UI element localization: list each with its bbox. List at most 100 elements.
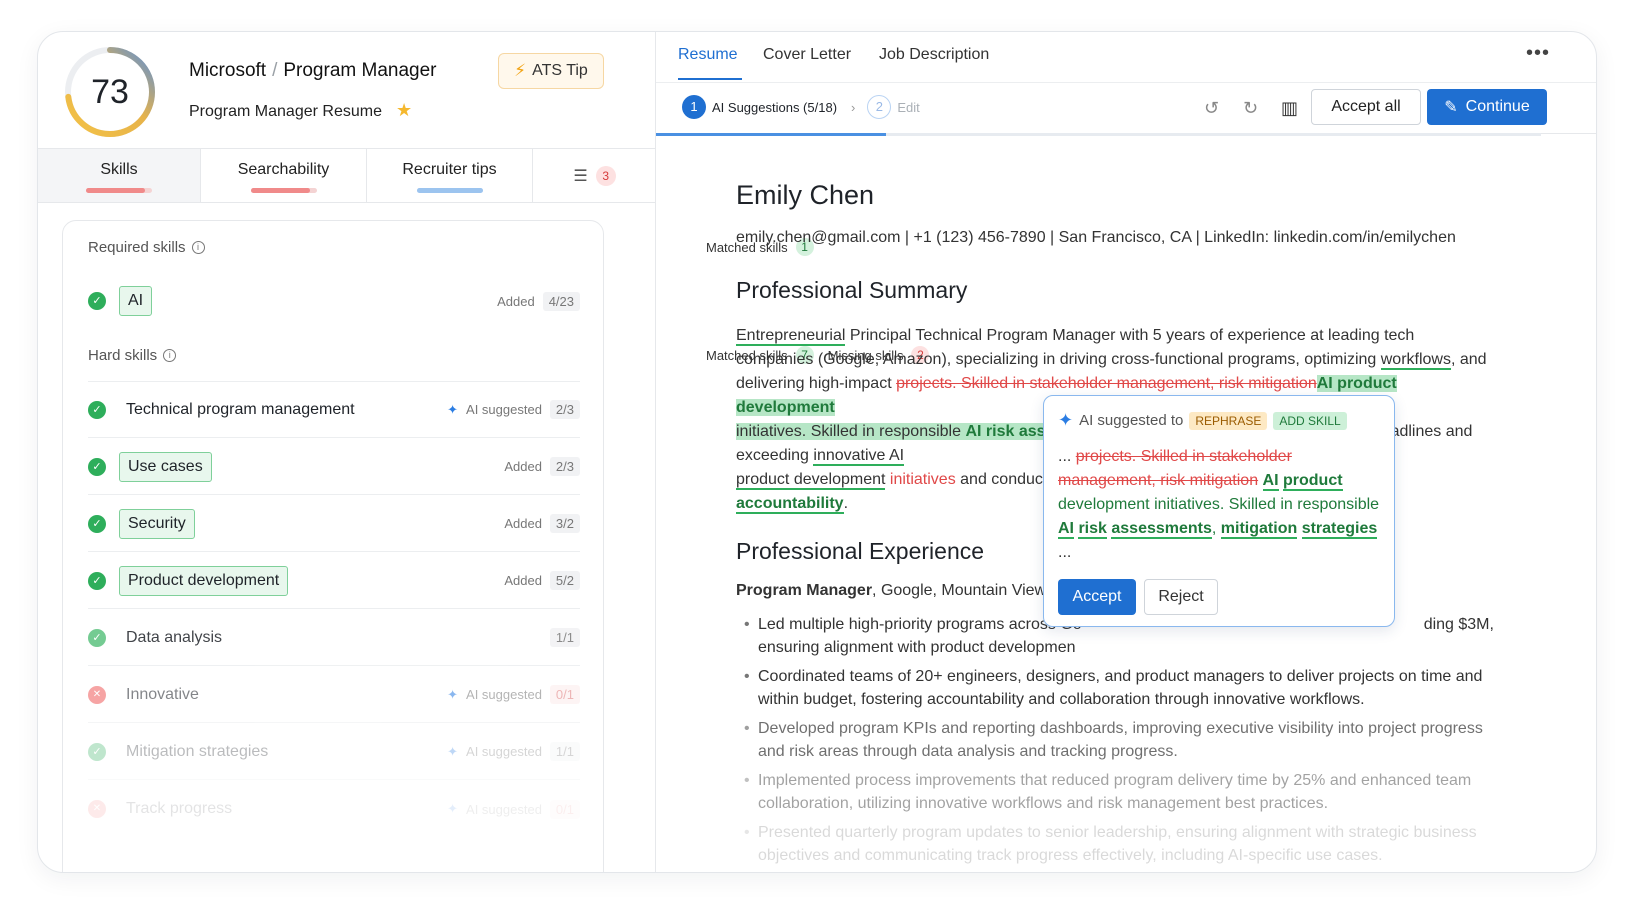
- tab-searchability[interactable]: Searchability: [201, 149, 367, 202]
- lightning-icon: ⚡: [514, 61, 527, 80]
- skill-name: Data analysis: [126, 628, 223, 646]
- popup-title: AI suggested to: [1079, 412, 1184, 429]
- skill-row-data-analysis[interactable]: ✓ Data analysis 1/1: [88, 610, 580, 666]
- skill-meta: 1/1: [549, 628, 580, 647]
- sparkle-icon: ✦: [447, 686, 459, 702]
- step-ai-suggestions[interactable]: 1 AI Suggestions (5/18) › 2 Edit: [682, 95, 920, 119]
- tab-searchability-progress-fill: [250, 188, 310, 193]
- tab-cover-letter[interactable]: Cover Letter: [763, 46, 851, 64]
- inserted-keyword: product: [1283, 472, 1343, 491]
- check-icon: ✓: [88, 514, 106, 533]
- bullet-text: Led multiple high-priority programs acro…: [758, 616, 1082, 633]
- skill-row-security[interactable]: ✓ Security Added 3/2: [88, 496, 580, 552]
- tab-searchability-label: Searchability: [237, 161, 330, 178]
- job-title: Program Manager: [736, 582, 873, 599]
- bullet-text: ensuring alignment with product developm…: [758, 639, 1076, 656]
- bullet-text: ding $3M,: [1423, 616, 1494, 633]
- skill-status: Added: [504, 516, 542, 531]
- bullet-item[interactable]: Presented quarterly program updates to s…: [736, 821, 1506, 867]
- info-icon[interactable]: i: [191, 241, 205, 255]
- keyword-highlight: Entrepreneurial: [736, 327, 846, 346]
- x-circle-icon: ✕: [88, 685, 106, 704]
- skill-status: AI suggested: [466, 402, 542, 417]
- step-label: AI Suggestions (5/18): [712, 99, 838, 115]
- skill-meta: Added 2/3: [504, 457, 580, 476]
- split-view-icon[interactable]: ▥: [1281, 98, 1298, 119]
- check-icon: ✓: [88, 400, 106, 419]
- skill-meta: Added 4/23: [497, 291, 580, 311]
- required-skills-title-wrap: Required skills i: [88, 239, 205, 256]
- skill-name: Mitigation strategies: [126, 742, 269, 760]
- tab-job-description[interactable]: Job Description: [879, 46, 989, 64]
- bullet-item[interactable]: Implemented process improvements that re…: [736, 769, 1506, 815]
- step-edit[interactable]: 2 Edit: [867, 95, 920, 119]
- resume-name: Program Manager Resume ★: [189, 100, 412, 121]
- experience-bullets: Led multiple high-priority programs acro…: [736, 613, 1506, 867]
- skill-row-ai[interactable]: ✓ AI Added 4/23: [88, 273, 580, 329]
- accept-all-button[interactable]: Accept all: [1311, 89, 1421, 125]
- sparkle-icon: ✦: [447, 401, 459, 417]
- tab-recruiter-tips[interactable]: Recruiter tips: [367, 149, 533, 202]
- skill-status: Added: [497, 293, 535, 309]
- add-skill-tag: ADD SKILL: [1273, 411, 1347, 430]
- suggestions-progress-fill: [656, 133, 887, 136]
- filter-count-badge: 3: [595, 165, 616, 186]
- summary-text: .: [843, 495, 849, 512]
- tab-recruiter-tips-label: Recruiter tips: [402, 161, 497, 178]
- ats-score-value: 73: [91, 73, 129, 111]
- skill-name: Innovative: [126, 685, 199, 703]
- popup-header: ✦ AI suggested to REPHRASE ADD SKILL: [1058, 410, 1380, 431]
- accept-suggestion-button[interactable]: Accept: [1058, 579, 1136, 615]
- redo-icon[interactable]: ↻: [1243, 98, 1258, 119]
- info-icon[interactable]: i: [163, 349, 177, 363]
- skill-chip: Use cases: [119, 451, 212, 482]
- ats-tip-button[interactable]: ⚡ ATS Tip: [498, 53, 604, 89]
- skill-row-innovative[interactable]: ✕ Innovative ✦ AI suggested 0/1: [88, 667, 580, 723]
- undo-icon[interactable]: ↺: [1204, 98, 1219, 119]
- step-label: Edit: [897, 99, 920, 115]
- bullet-item[interactable]: Coordinated teams of 20+ engineers, desi…: [736, 665, 1506, 711]
- skill-row-mitigation-strategies[interactable]: ✓ Mitigation strategies ✦ AI suggested 1/1: [88, 724, 580, 780]
- required-skills-header: Required skills i Matched skills 1: [88, 235, 814, 259]
- bullet-text: Developed program KPIs and reporting das…: [758, 720, 1483, 760]
- resume-name-label: Program Manager Resume: [189, 103, 382, 120]
- more-options-icon[interactable]: •••: [1526, 42, 1550, 65]
- step-number: 2: [867, 95, 892, 119]
- job-title: Microsoft / Program Manager: [189, 60, 436, 82]
- chevron-right-icon: ›: [851, 99, 856, 115]
- skill-ratio: 5/2: [549, 571, 580, 590]
- inserted-text: ,: [1211, 520, 1217, 537]
- skill-ratio: 1/1: [549, 628, 580, 647]
- check-icon: ✓: [88, 457, 106, 476]
- skill-status: Added: [504, 459, 542, 474]
- skill-meta: Added 3/2: [504, 514, 580, 533]
- skill-status: Added: [504, 573, 542, 588]
- skill-ratio: 0/1: [549, 685, 580, 704]
- tab-skills[interactable]: Skills: [38, 149, 201, 202]
- bullet-text: Coordinated teams of 20+ engineers, desi…: [758, 668, 1483, 708]
- check-icon: ✓: [88, 628, 106, 647]
- summary-heading: Professional Summary: [736, 277, 968, 303]
- filter-icon: ☰: [573, 167, 588, 185]
- x-circle-icon: ✕: [88, 800, 106, 818]
- continue-button[interactable]: ✎ Continue: [1427, 89, 1547, 125]
- filter-button[interactable]: ☰ 3: [533, 149, 656, 202]
- skill-row-technical-program-management[interactable]: ✓ Technical program management ✦ AI sugge…: [88, 382, 580, 438]
- suggestions-progress: [656, 133, 1541, 136]
- tab-resume[interactable]: Resume: [678, 46, 738, 64]
- skill-chip: AI: [119, 286, 153, 316]
- hard-skills-header: Hard skills i Matched skills 7 Missing ski…: [88, 343, 930, 367]
- skill-ratio: 1/1: [549, 742, 580, 761]
- skill-row-product-development[interactable]: ✓ Product development Added 5/2: [88, 553, 580, 609]
- inserted-keyword: accountability: [736, 495, 844, 514]
- bullet-text: Presented quarterly program updates to s…: [758, 824, 1477, 864]
- reject-suggestion-button[interactable]: Reject: [1144, 579, 1218, 615]
- keyword-highlight: product development: [736, 471, 886, 490]
- check-icon: ✓: [88, 742, 106, 761]
- skill-row-track-progress[interactable]: ✕ Track progress ✦ AI suggested 0/1: [88, 781, 580, 837]
- skill-row-use-cases[interactable]: ✓ Use cases Added 2/3: [88, 439, 580, 495]
- star-icon[interactable]: ★: [396, 100, 412, 120]
- diff-suffix: ...: [1058, 544, 1072, 561]
- ai-suggestion-popup: ✦ AI suggested to REPHRASE ADD SKILL ...…: [1043, 395, 1395, 627]
- bullet-item[interactable]: Developed program KPIs and reporting das…: [736, 717, 1506, 763]
